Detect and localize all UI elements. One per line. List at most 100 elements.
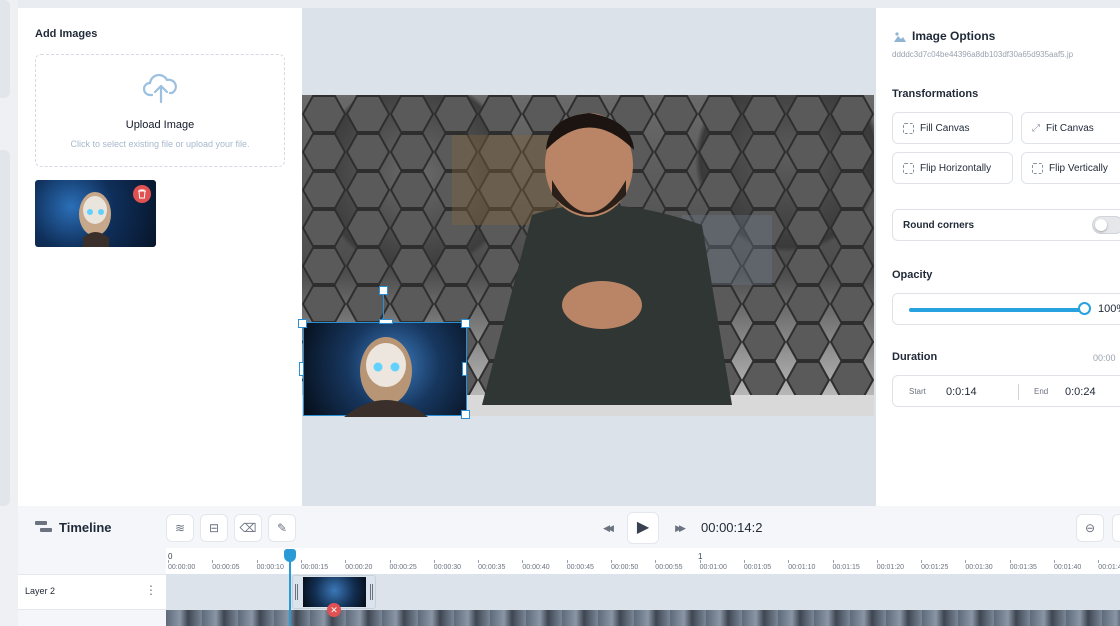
duration-heading: Duration xyxy=(892,351,938,363)
flip-vertically-label: Flip Vertically xyxy=(1049,162,1108,174)
edit-button[interactable]: ✎ xyxy=(268,514,296,542)
add-images-panel: Add Images Upload Image Click to select … xyxy=(18,8,302,506)
rewind-button[interactable]: ◀◀ xyxy=(593,514,621,542)
flip-horizontal-icon xyxy=(903,162,914,174)
remove-clip-button[interactable]: ✕ xyxy=(327,603,341,617)
zoom-out-button[interactable]: ⊖ xyxy=(1076,514,1104,542)
rail-segment xyxy=(0,150,10,506)
clip-trim-left[interactable] xyxy=(295,584,298,600)
start-label: Start xyxy=(909,387,926,396)
left-rail xyxy=(0,0,18,626)
ruler-tick: 00:01:4 xyxy=(1098,560,1120,571)
fit-canvas-label: Fit Canvas xyxy=(1046,122,1094,134)
image-filename: ddddc3d7c04be44396a8db103df30a65d935aaf5… xyxy=(892,50,1074,59)
zoom-in-button[interactable] xyxy=(1112,514,1120,542)
resize-handle-bottom-right[interactable] xyxy=(461,410,470,419)
image-options-title: Image Options xyxy=(912,29,996,43)
fit-canvas-button[interactable]: ⤢ Fit Canvas xyxy=(1021,112,1120,144)
ruler-tick: 00:01:20 xyxy=(876,560,905,571)
layer-menu-icon[interactable]: ⋮ xyxy=(145,583,157,597)
upload-cloud-icon xyxy=(143,73,177,104)
playhead-handle[interactable] xyxy=(284,549,296,562)
split-button[interactable]: ⊟ xyxy=(200,514,228,542)
rewind-icon: ◀◀ xyxy=(603,523,614,533)
video-track[interactable] xyxy=(166,610,1120,626)
play-button[interactable]: ▶ xyxy=(627,512,659,544)
ruler-tick: 00:00:00 xyxy=(168,560,196,571)
start-input[interactable]: 0:0:14 xyxy=(946,386,977,398)
time-ruler[interactable]: 0 1 00:00:00 00:00:05 00:00:10 00:00:15 00:0… xyxy=(166,548,1120,574)
ruler-tick: 00:00:15 xyxy=(300,560,329,571)
ruler-tick: 00:00:35 xyxy=(478,560,506,571)
ruler-tick: 00:01:40 xyxy=(1054,560,1082,571)
overlay-image xyxy=(344,337,428,417)
transformations-heading: Transformations xyxy=(892,88,979,100)
resize-handle-top-left[interactable] xyxy=(298,319,307,328)
upload-dropzone[interactable]: Upload Image Click to select existing fi… xyxy=(35,54,285,167)
upload-hint: Click to select existing file or upload … xyxy=(70,139,250,149)
timeline-icon xyxy=(35,521,52,532)
selected-image-overlay[interactable] xyxy=(303,322,467,417)
duration-row: Start 0:0:14 End 0:0:24 xyxy=(892,375,1120,407)
opacity-value: 100% xyxy=(1098,303,1120,315)
flip-horizontally-button[interactable]: Flip Horizontally xyxy=(892,152,1013,184)
timeline-panel: Timeline ≋ ⊟ ⌫ ✎ ◀◀ ▶ ▶▶ 00:00:14:2 ⊖ 0 … xyxy=(18,506,1120,626)
resize-handle-top-right[interactable] xyxy=(461,319,470,328)
image-options-panel: Image Options ddddc3d7c04be44396a8db103d… xyxy=(876,8,1120,506)
current-time: 00:00:14:2 xyxy=(701,520,763,535)
delete-clip-icon: ⌫ xyxy=(239,521,257,535)
layers-button[interactable]: ≋ xyxy=(166,514,194,542)
remove-icon: ✕ xyxy=(330,605,338,615)
opacity-slider-knob[interactable] xyxy=(1078,302,1091,315)
layers-icon: ≋ xyxy=(174,521,186,535)
end-input[interactable]: 0:0:24 xyxy=(1065,386,1096,398)
ruler-tick: 00:01:35 xyxy=(1009,560,1037,571)
rotate-handle-line xyxy=(383,295,384,322)
flip-horizontally-label: Flip Horizontally xyxy=(920,162,992,174)
opacity-row: 100% xyxy=(892,293,1120,325)
round-corners-row: Round corners xyxy=(892,209,1120,241)
forward-icon: ▶▶ xyxy=(675,523,686,533)
ruler-tick: 00:00:05 xyxy=(212,560,240,571)
ruler-tick: 00:00:40 xyxy=(522,560,550,571)
layer-name: Layer 2 xyxy=(25,586,56,596)
fill-canvas-button[interactable]: Fill Canvas xyxy=(892,112,1013,144)
end-label: End xyxy=(1034,387,1049,396)
layer-2-track[interactable] xyxy=(166,574,1120,610)
duration-value: 00:00 xyxy=(1093,353,1116,363)
layer-row-label[interactable]: Layer 2 ⋮ xyxy=(18,574,166,610)
ruler-tick: 00:01:00 xyxy=(699,560,727,571)
round-corners-label: Round corners xyxy=(903,220,975,231)
resize-handle-top[interactable] xyxy=(379,319,393,324)
duration-divider xyxy=(1018,384,1019,400)
resize-handle-left[interactable] xyxy=(299,362,304,376)
ruler-tick: 00:00:30 xyxy=(433,560,462,571)
fill-canvas-label: Fill Canvas xyxy=(920,122,970,134)
ruler-tick: 00:01:05 xyxy=(743,560,772,571)
image-thumbnail[interactable] xyxy=(35,180,156,247)
forward-button[interactable]: ▶▶ xyxy=(665,514,693,542)
round-corners-toggle[interactable] xyxy=(1092,216,1120,234)
clip-trim-right[interactable] xyxy=(370,584,373,600)
timeline-header: Timeline ≋ ⊟ ⌫ ✎ ◀◀ ▶ ▶▶ 00:00:14:2 ⊖ xyxy=(18,506,1120,548)
delete-clip-button[interactable]: ⌫ xyxy=(234,514,262,542)
ruler-tick: 00:00:55 xyxy=(655,560,683,571)
rotate-handle[interactable] xyxy=(379,286,388,295)
upload-title: Upload Image xyxy=(125,119,195,131)
trash-icon xyxy=(138,189,146,199)
opacity-heading: Opacity xyxy=(892,269,933,281)
resize-handle-right[interactable] xyxy=(462,362,467,376)
split-icon: ⊟ xyxy=(208,521,220,535)
image-icon xyxy=(894,32,906,42)
ruler-tick: 00:00:50 xyxy=(611,560,639,571)
fill-canvas-icon xyxy=(903,122,914,134)
ruler-tick: 00:00:20 xyxy=(345,560,373,571)
flip-vertically-button[interactable]: Flip Vertically xyxy=(1021,152,1120,184)
ruler-tick: 00:01:25 xyxy=(921,560,949,571)
ruler-tick: 00:01:15 xyxy=(832,560,860,571)
opacity-slider-track[interactable] xyxy=(909,308,1083,312)
ruler-tick: 00:00:25 xyxy=(389,560,417,571)
delete-image-button[interactable] xyxy=(133,185,151,203)
ruler-tick: 00:01:10 xyxy=(788,560,816,571)
play-icon: ▶ xyxy=(636,519,650,536)
